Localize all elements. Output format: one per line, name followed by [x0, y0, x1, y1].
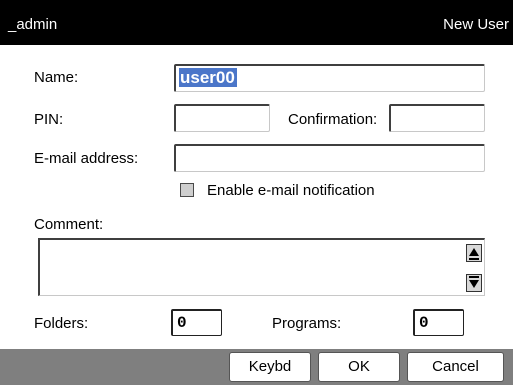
pin-field[interactable] — [174, 104, 270, 132]
folders-label: Folders: — [34, 315, 89, 332]
programs-value: 0 — [419, 314, 429, 332]
user-title: _admin — [8, 16, 58, 33]
cancel-button[interactable]: Cancel — [407, 352, 504, 382]
comment-field[interactable] — [38, 238, 485, 296]
programs-label: Programs: — [272, 315, 342, 332]
name-field[interactable]: user00 — [174, 64, 485, 92]
comment-label: Comment: — [34, 216, 104, 233]
notify-checkbox[interactable] — [180, 183, 194, 197]
notify-label: Enable e-mail notification — [207, 182, 375, 199]
ok-button[interactable]: OK — [318, 352, 400, 382]
title-bar: _admin New User — [0, 0, 513, 45]
programs-field[interactable]: 0 — [413, 309, 464, 336]
folders-field[interactable]: 0 — [171, 309, 222, 336]
scroll-up-icon[interactable] — [466, 244, 482, 262]
dialog-title: New User — [443, 16, 509, 33]
confirmation-field[interactable] — [389, 104, 485, 132]
email-label: E-mail address: — [34, 150, 139, 167]
email-field[interactable] — [174, 144, 485, 172]
pin-label: PIN: — [34, 111, 64, 128]
confirmation-label: Confirmation: — [288, 111, 378, 128]
name-value: user00 — [179, 68, 237, 87]
folders-value: 0 — [177, 314, 187, 332]
keyboard-button[interactable]: Keybd — [229, 352, 311, 382]
scroll-down-icon[interactable] — [466, 274, 482, 292]
name-label: Name: — [34, 69, 79, 86]
